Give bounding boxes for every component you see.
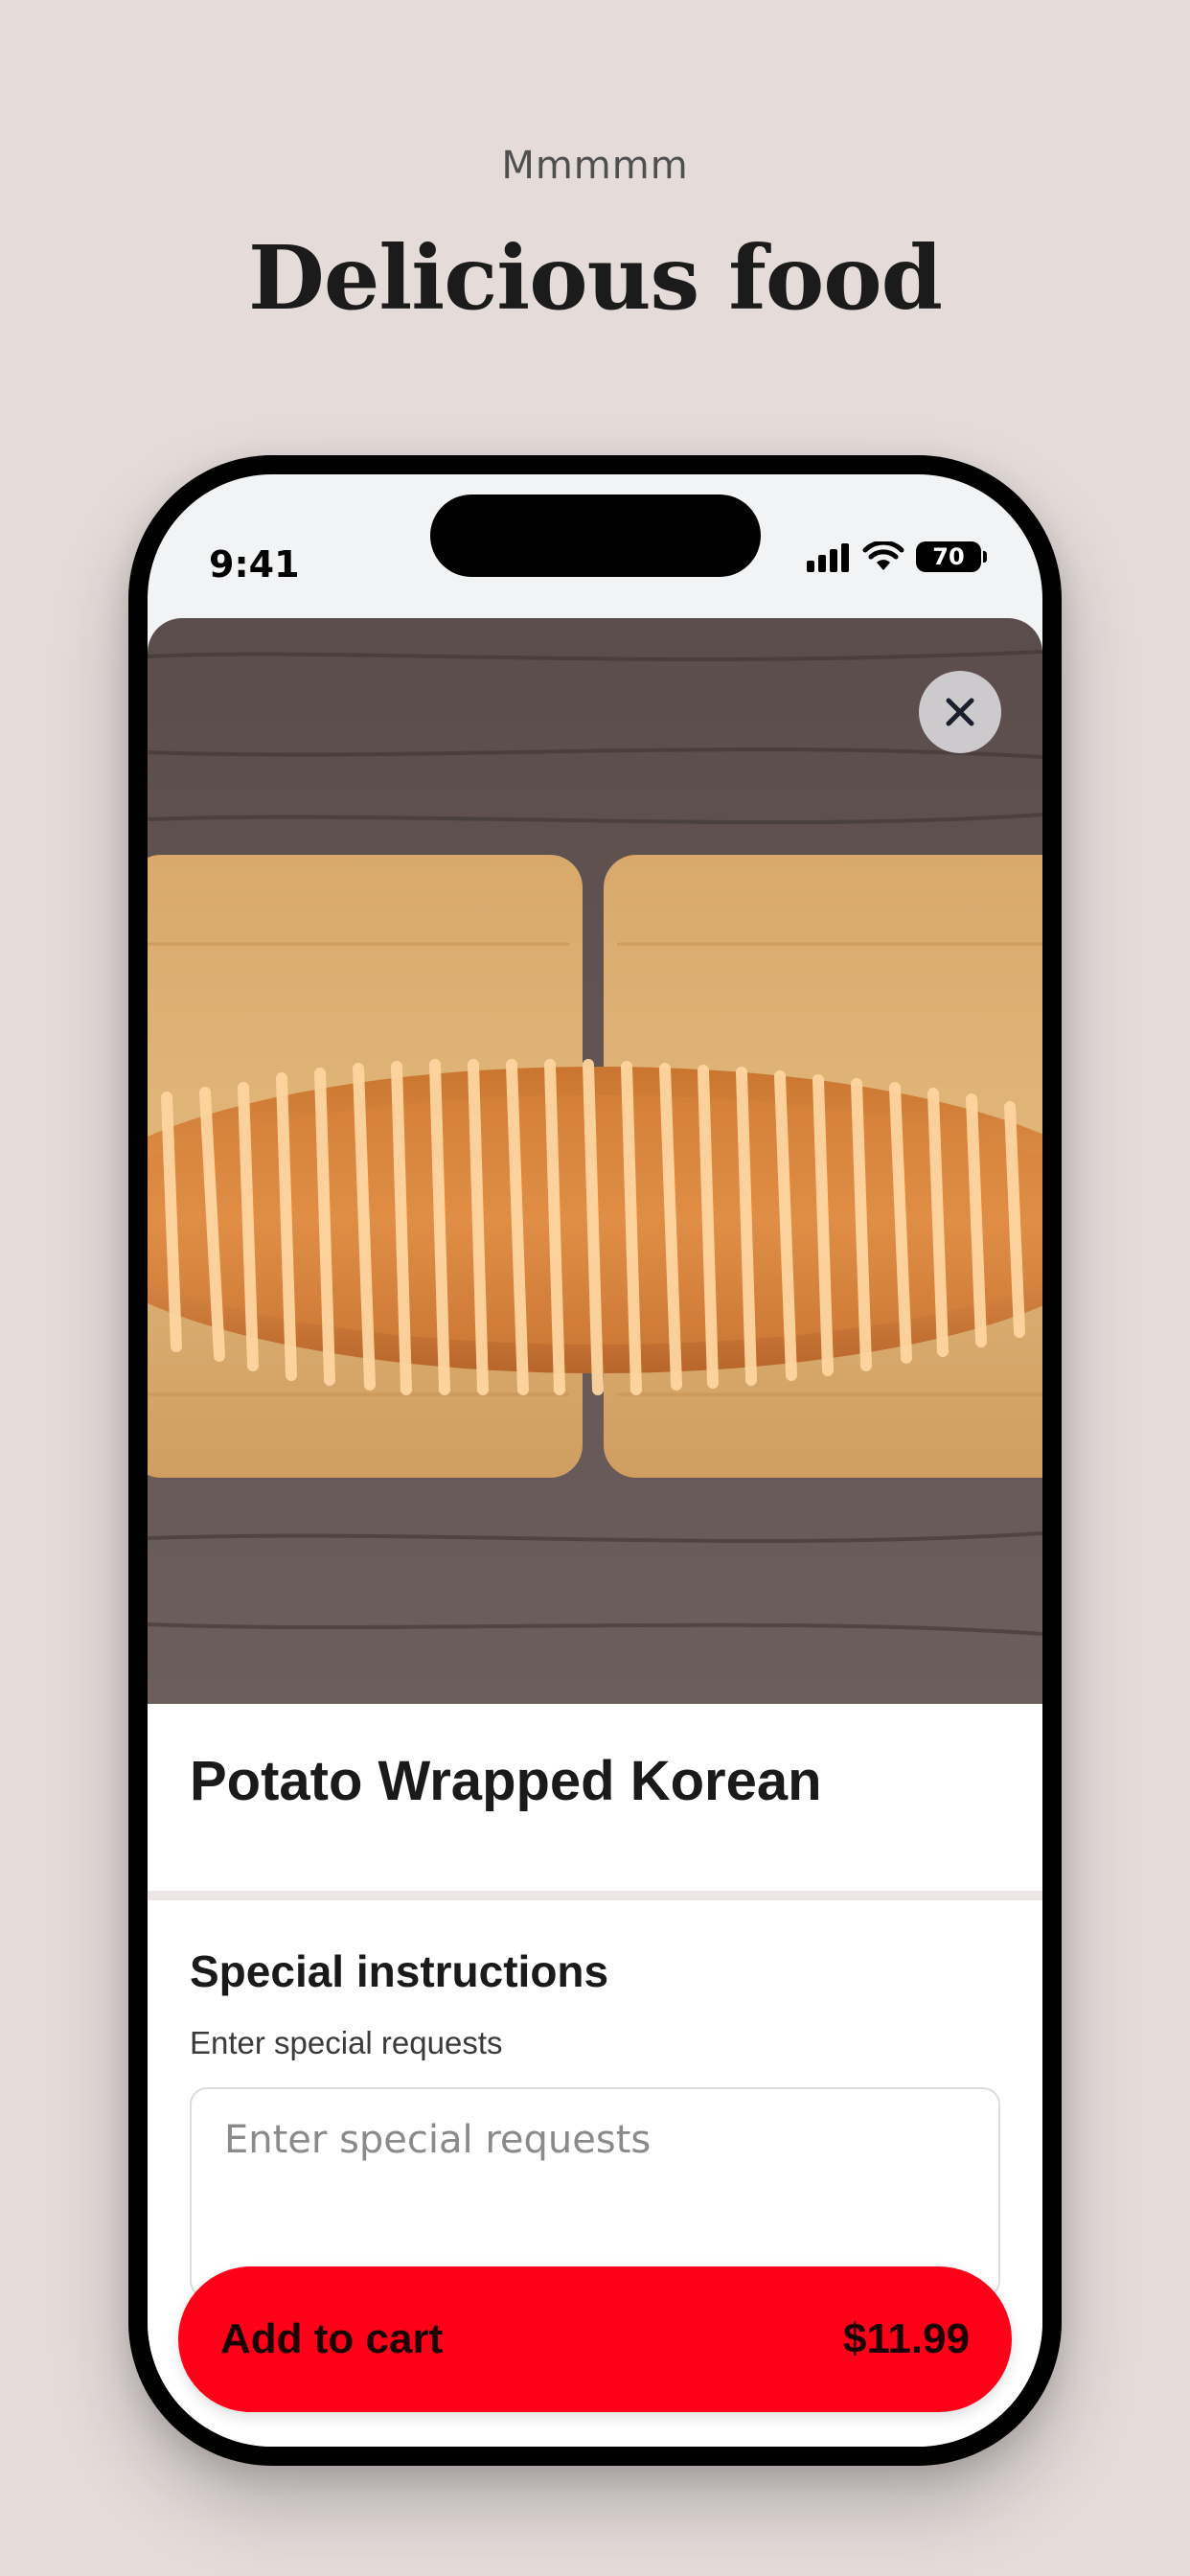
wifi-icon [862, 541, 904, 570]
item-title: Potato Wrapped Korean [190, 1750, 822, 1812]
phone-frame: 9:41 70 Potato Wrapped Korean Special in… [128, 455, 1062, 2466]
status-time: 9:41 [209, 543, 300, 586]
add-to-cart-label: Add to cart [220, 2315, 444, 2362]
dynamic-island [430, 494, 761, 577]
item-detail-sheet: Potato Wrapped Korean Special instructio… [148, 618, 1042, 2447]
close-button[interactable] [919, 671, 1001, 753]
battery-icon: 70 [916, 541, 987, 572]
cart-price: $11.99 [842, 2315, 970, 2362]
status-icons: 70 [805, 541, 987, 572]
page-headline: Delicious food [248, 226, 943, 330]
close-icon [946, 698, 974, 726]
special-instructions-subtitle: Enter special requests [190, 2025, 503, 2060]
special-instructions-title: Special instructions [190, 1946, 609, 1996]
add-to-cart-button[interactable]: Add to cart $11.99 [178, 2266, 1012, 2412]
cellular-signal-icon [807, 543, 849, 572]
section-divider [148, 1891, 1042, 1900]
food-image [148, 618, 1042, 1704]
phone-screen: 9:41 70 Potato Wrapped Korean Special in… [148, 474, 1042, 2447]
page-eyebrow: Mmmmm [501, 144, 689, 188]
